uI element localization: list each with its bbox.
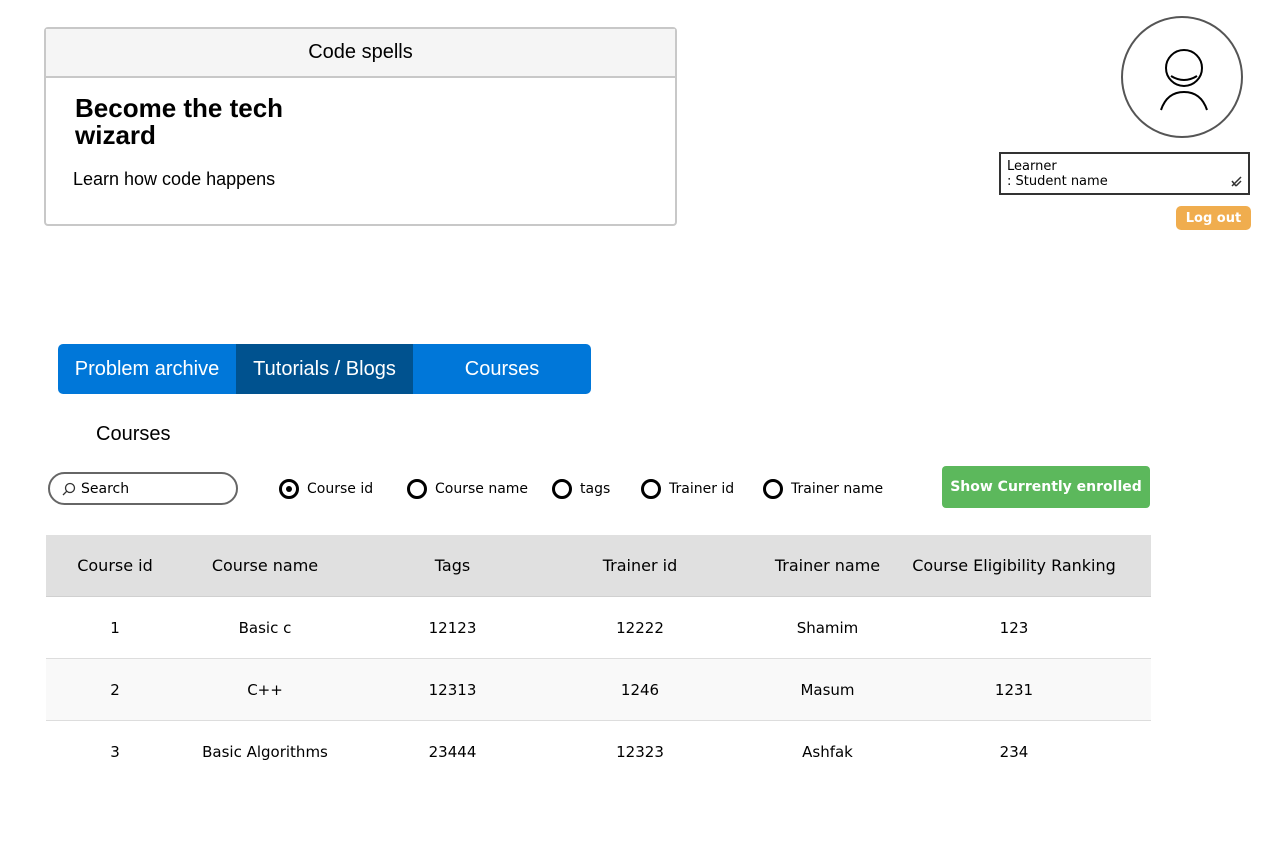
user-avatar[interactable] (1121, 16, 1243, 138)
table-cell: 3 (110, 742, 120, 761)
column-header[interactable]: Tags (346, 556, 559, 575)
logout-button[interactable]: Log out (1176, 206, 1251, 230)
table-cell: 23444 (428, 742, 477, 761)
filter-course-id[interactable]: Course id (279, 479, 373, 499)
main-nav: Problem archive Tutorials / Blogs Course… (58, 344, 591, 394)
show-enrolled-button[interactable]: Show Currently enrolled (942, 466, 1150, 508)
hero-subheading: Learn how code happens (73, 169, 276, 189)
table-cell: 123 (999, 618, 1029, 637)
learner-name-field[interactable]: Learner : Student name (999, 152, 1250, 195)
search-input[interactable] (81, 480, 221, 497)
resize-grip-icon[interactable] (1230, 175, 1242, 187)
radio-selected-icon[interactable] (279, 479, 299, 499)
radio-unselected-icon[interactable] (641, 479, 661, 499)
learner-label: Learner (1007, 159, 1057, 174)
table-cell: 12323 (616, 742, 664, 761)
column-header[interactable]: Course id (46, 556, 184, 575)
tab-tutorials-blogs[interactable]: Tutorials / Blogs (236, 344, 413, 394)
site-title: Code spells (46, 29, 675, 78)
table-cell: 1246 (620, 680, 660, 699)
column-header[interactable]: Trainer id (559, 556, 721, 575)
filter-course-name[interactable]: Course name (407, 479, 528, 499)
table-row[interactable]: 1 Basic c 12123 12222 Shamim 123 (46, 597, 1151, 659)
student-name: : Student name (1007, 174, 1108, 189)
table-cell: 12123 (428, 618, 477, 637)
table-cell: 1231 (994, 680, 1034, 699)
filter-label: Trainer name (791, 481, 884, 497)
table-cell: C++ (247, 680, 283, 699)
filter-label: Course id (307, 481, 374, 497)
table-row[interactable]: 3 Basic Algorithms 23444 12323 Ashfak 23… (46, 721, 1151, 782)
column-header[interactable]: Course Eligibility Ranking (901, 556, 1127, 575)
filter-trainer-name[interactable]: Trainer name (763, 479, 883, 499)
filter-label: tags (580, 481, 611, 497)
table-cell: 2 (110, 680, 120, 699)
table-cell: 234 (999, 742, 1029, 761)
table-cell: Basic Algorithms (202, 742, 328, 761)
tab-problem-archive[interactable]: Problem archive (58, 344, 236, 394)
user-avatar-icon (1160, 49, 1208, 111)
table-cell: 1 (110, 618, 120, 637)
table-cell: Basic c (238, 618, 292, 637)
table-cell: 12313 (428, 680, 477, 699)
tab-courses[interactable]: Courses (413, 344, 591, 394)
page-title: Courses (96, 423, 171, 445)
table-header-row: Course id Course name Tags Trainer id Tr… (46, 535, 1151, 597)
radio-unselected-icon[interactable] (407, 479, 427, 499)
site-header-card: Code spells Become the tech wizard Learn… (44, 27, 677, 226)
hero-heading: Become the tech wizard (75, 93, 284, 150)
courses-table: Course id Course name Tags Trainer id Tr… (46, 535, 1151, 782)
table-cell: 12222 (616, 618, 664, 637)
radio-unselected-icon[interactable] (763, 479, 783, 499)
filter-label: Trainer id (669, 481, 735, 497)
search-box[interactable] (48, 472, 238, 505)
search-icon (62, 482, 76, 495)
filter-label: Course name (435, 481, 529, 497)
filter-trainer-id[interactable]: Trainer id (641, 479, 734, 499)
column-header[interactable]: Course name (184, 556, 346, 575)
radio-unselected-icon[interactable] (552, 479, 572, 499)
filter-tags[interactable]: tags (552, 479, 610, 499)
table-row[interactable]: 2 C++ 12313 1246 Masum 1231 (46, 659, 1151, 721)
